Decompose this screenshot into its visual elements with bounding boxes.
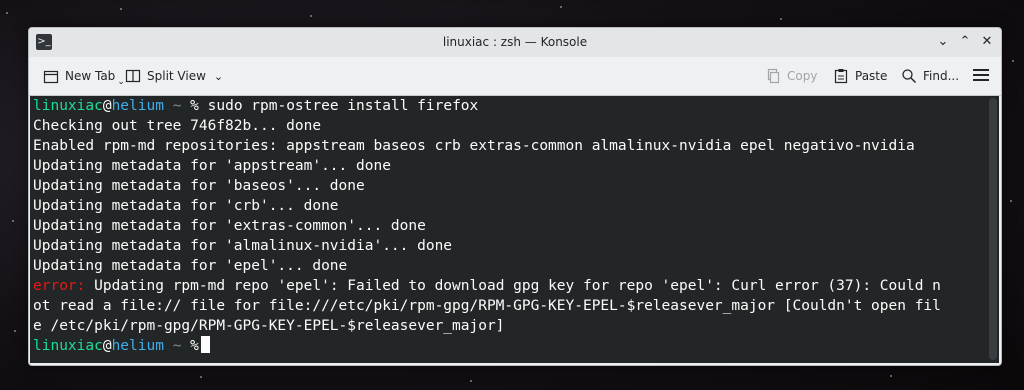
scrollbar[interactable] — [989, 98, 997, 360]
output-line: Updating metadata for 'almalinux-nvidia'… — [33, 238, 453, 254]
error-line: ot read a file:// file for file:///etc/p… — [33, 298, 941, 314]
prompt-path: ~ — [163, 98, 191, 114]
command-text: sudo rpm-ostree install firefox — [198, 98, 479, 114]
command-line: linuxiac@helium ~ % sudo rpm-ostree inst… — [33, 96, 983, 116]
split-view-label: Split View — [147, 69, 206, 83]
split-view-button[interactable]: Split View ⌄ — [125, 63, 223, 89]
title-bar[interactable]: >_ linuxiac : zsh — Konsole ⌄ ⌃ ✕ — [29, 28, 1001, 57]
error-text: Updating rpm-md repo 'epel': Failed to d… — [85, 278, 941, 294]
error-line: error: Updating rpm-md repo 'epel': Fail… — [33, 276, 983, 296]
prompt-host: helium — [111, 338, 164, 354]
error-line: e /etc/pki/rpm-gpg/RPM-GPG-KEY-EPEL-$rel… — [33, 318, 505, 334]
copy-label: Copy — [787, 69, 818, 83]
prompt-at: @ — [102, 338, 112, 354]
copy-icon — [767, 68, 780, 84]
new-tab-button[interactable]: New Tab ⌄ — [43, 63, 125, 89]
output-line: Enabled rpm-md repositories: appstream b… — [33, 138, 915, 154]
window-title: linuxiac : zsh — Konsole — [442, 35, 588, 49]
search-icon — [902, 69, 917, 84]
prompt-user: linuxiac — [33, 338, 103, 354]
chevron-down-icon: ⌄ — [117, 77, 125, 87]
copy-button[interactable]: Copy — [765, 63, 817, 89]
prompt-user: linuxiac — [33, 98, 103, 114]
output-line: Updating metadata for 'extras-common'...… — [33, 218, 426, 234]
terminal-output: linuxiac@helium ~ % sudo rpm-ostree inst… — [33, 96, 983, 356]
prompt-line: linuxiac@helium ~ % — [33, 336, 983, 356]
close-icon[interactable]: ✕ — [978, 33, 996, 51]
output-line: Updating metadata for 'appstream'... don… — [33, 158, 391, 174]
output-line: Updating metadata for 'crb'... done — [33, 198, 339, 214]
maximize-chevron-up-icon[interactable]: ⌃ — [956, 33, 974, 51]
terminal-view[interactable]: linuxiac@helium ~ % sudo rpm-ostree inst… — [30, 96, 999, 363]
error-label: error: — [33, 278, 86, 294]
paste-clipboard-icon — [834, 69, 848, 84]
new-tab-icon — [43, 70, 59, 84]
output-line: Updating metadata for 'epel'... done — [33, 258, 348, 274]
split-view-icon — [125, 69, 141, 83]
paste-label: Paste — [855, 69, 888, 83]
chevron-down-icon: ⌄ — [213, 69, 224, 83]
toolbar: New Tab ⌄ Split View ⌄ Copy Paste Find..… — [29, 57, 1001, 96]
konsole-window: >_ linuxiac : zsh — Konsole ⌄ ⌃ ✕ New Ta… — [28, 27, 1002, 366]
find-label: Find... — [923, 69, 960, 83]
prompt-host: helium — [111, 98, 164, 114]
paste-button[interactable]: Paste — [833, 63, 887, 89]
hamburger-menu-icon[interactable] — [973, 69, 989, 84]
new-tab-label: New Tab — [65, 69, 116, 83]
prompt-path: ~ — [163, 338, 191, 354]
prompt-at: @ — [102, 98, 112, 114]
minimize-chevron-down-icon[interactable]: ⌄ — [934, 33, 952, 51]
text-cursor — [200, 336, 210, 353]
output-line: Updating metadata for 'baseos'... done — [33, 178, 365, 194]
prompt-symbol: % — [190, 98, 199, 114]
output-line: Checking out tree 746f82b... done — [33, 118, 322, 134]
prompt-symbol: % — [190, 338, 199, 354]
find-button[interactable]: Find... — [901, 63, 959, 89]
